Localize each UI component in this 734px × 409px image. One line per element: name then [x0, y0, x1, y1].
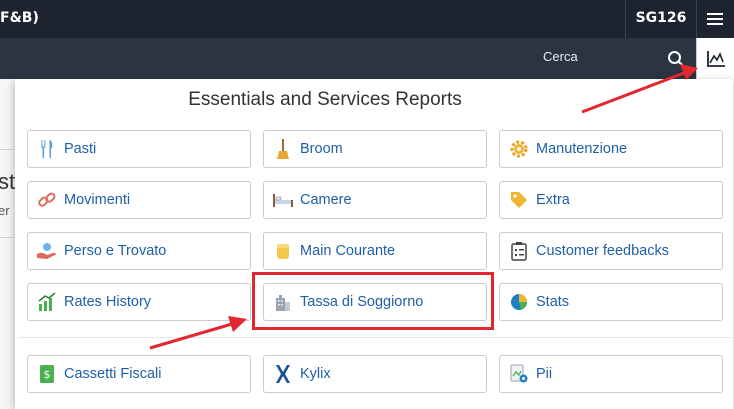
report-button-rates-history[interactable]: Rates History	[27, 283, 251, 321]
report-button-perso-e-trovato[interactable]: Perso e Trovato	[27, 232, 251, 270]
report-button-kylix[interactable]: Kylix	[263, 355, 487, 393]
menu-button[interactable]	[696, 0, 734, 38]
building-icon	[272, 291, 294, 313]
reports-panel: Essentials and Services Reports Pasti Br…	[15, 79, 733, 409]
svg-text:$: $	[44, 368, 51, 381]
report-button-manutenzione[interactable]: Manutenzione	[499, 130, 723, 168]
report-button-label: Broom	[300, 141, 343, 157]
report-button-cassetti-fiscali[interactable]: $ Cassetti Fiscali	[27, 355, 251, 393]
report-button-label: Main Courante	[300, 243, 396, 259]
bed-icon	[272, 189, 294, 211]
broom-icon	[272, 138, 294, 160]
property-code-button[interactable]: SG126	[626, 0, 696, 38]
report-button-extra[interactable]: Extra	[499, 181, 723, 219]
tag-icon	[508, 189, 530, 211]
report-button-label: Pii	[536, 366, 553, 382]
money-icon: $	[36, 363, 58, 385]
background-divider	[0, 149, 14, 150]
link-icon	[36, 189, 58, 211]
report-button-label: Customer feedbacks	[536, 243, 669, 259]
report-button-label: Kylix	[300, 366, 331, 382]
report-button-pasti[interactable]: Pasti	[27, 130, 251, 168]
search-label[interactable]: Cerca	[543, 38, 578, 79]
hamburger-icon	[707, 13, 723, 25]
report-button-label: Pasti	[64, 141, 97, 157]
search-icon	[668, 50, 685, 67]
report-button-label: Camere	[300, 192, 352, 208]
report-button-label: Cassetti Fiscali	[64, 366, 162, 382]
report-button-customer-feedbacks[interactable]: Customer feedbacks	[499, 232, 723, 270]
gear-icon	[508, 138, 530, 160]
report-button-label: Movimenti	[64, 192, 131, 208]
background-subtitle: er	[0, 203, 10, 218]
report-button-pii[interactable]: Pii	[499, 355, 723, 393]
report-button-label: Rates History	[64, 294, 152, 310]
clipboard-icon	[508, 240, 530, 262]
chart-icon	[706, 50, 725, 67]
report-button-main-courante[interactable]: Main Courante	[263, 232, 487, 270]
report-button-camere[interactable]: Camere	[263, 181, 487, 219]
bar-chart-icon	[36, 291, 58, 313]
panel-divider	[18, 337, 732, 338]
report-button-broom[interactable]: Broom	[263, 130, 487, 168]
cutlery-icon	[36, 138, 58, 160]
hand-icon	[36, 240, 58, 262]
search-button[interactable]	[660, 38, 692, 79]
coins-icon	[272, 240, 294, 262]
reports-button[interactable]	[696, 38, 734, 79]
report-button-stats[interactable]: Stats	[499, 283, 723, 321]
report-button-label: Manutenzione	[536, 141, 628, 157]
top-navbar: F&B) SG126	[0, 0, 734, 38]
pie-chart-icon	[508, 291, 530, 313]
report-button-tassa-di-soggiorno[interactable]: Tassa di Soggiorno	[263, 283, 487, 321]
background-divider	[0, 237, 14, 238]
sub-navbar: Cerca	[0, 38, 734, 79]
report-button-label: Tassa di Soggiorno	[300, 294, 424, 310]
document-gear-icon	[508, 363, 530, 385]
background-title: st	[0, 169, 16, 194]
report-button-movimenti[interactable]: Movimenti	[27, 181, 251, 219]
panel-title: Essentials and Services Reports	[188, 89, 462, 110]
report-button-label: Extra	[536, 192, 570, 208]
app-title: F&B)	[0, 10, 39, 26]
report-button-label: Stats	[536, 294, 570, 310]
kylix-logo-icon	[272, 363, 294, 385]
report-button-label: Perso e Trovato	[64, 243, 167, 259]
